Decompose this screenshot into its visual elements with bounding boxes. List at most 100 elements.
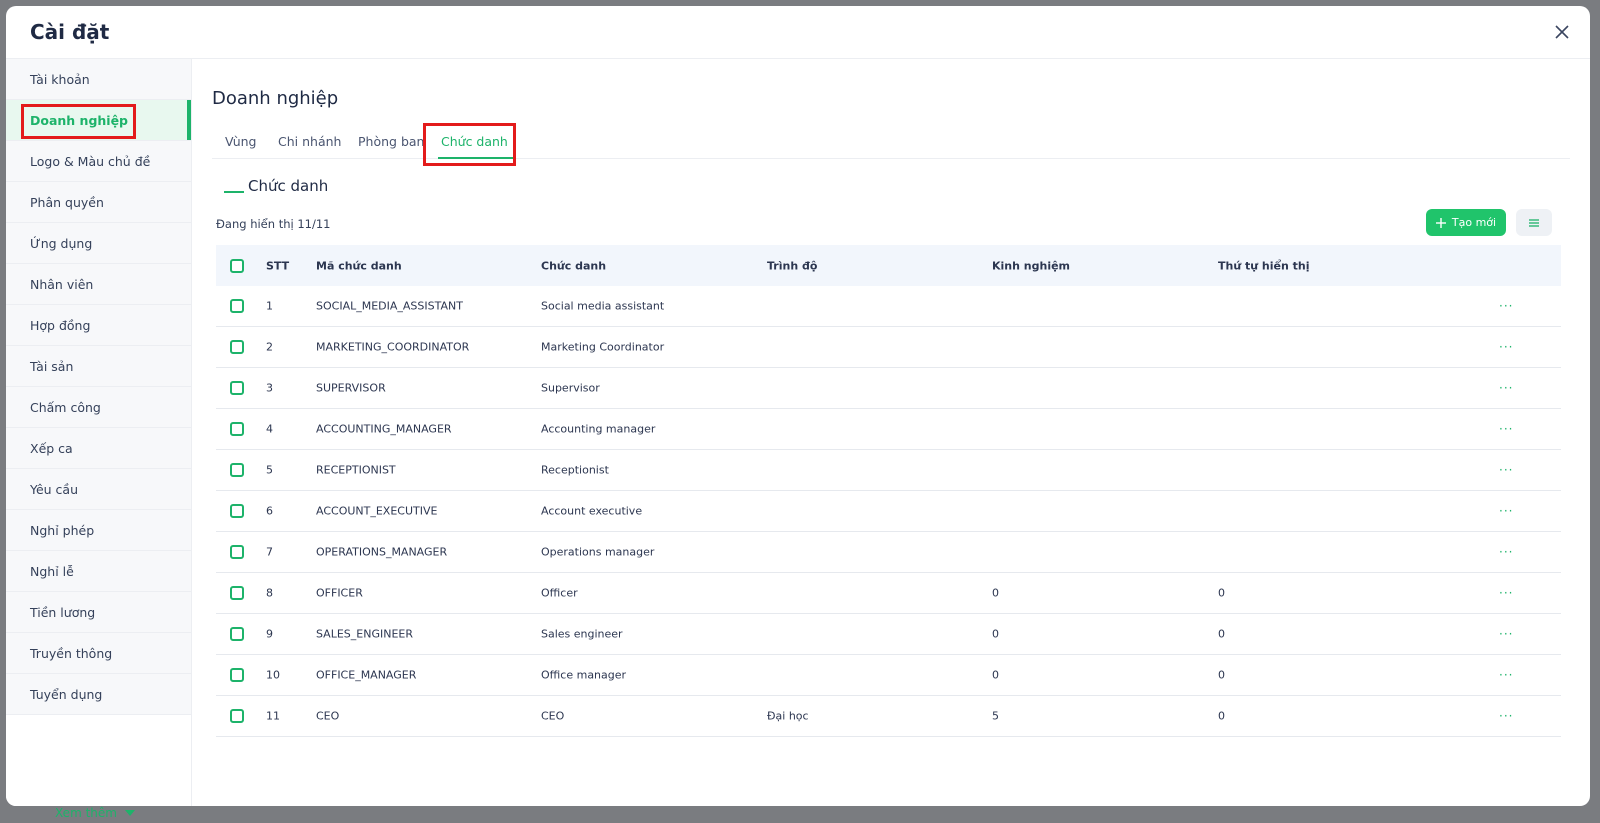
row-more-actions-icon[interactable]: ···: [1499, 627, 1513, 641]
row-checkbox[interactable]: [230, 627, 244, 641]
row-more-actions-icon[interactable]: ···: [1499, 668, 1513, 682]
sub-title: Chức danh: [224, 177, 328, 195]
row-checkbox[interactable]: [230, 381, 244, 395]
cell-stt: 11: [266, 709, 280, 723]
row-more-actions-icon[interactable]: ···: [1499, 422, 1513, 436]
cell-stt: 6: [266, 504, 273, 518]
count-text: Đang hiển thị 11/11: [216, 217, 331, 231]
sidebar-item-label: Nghỉ phép: [30, 522, 95, 538]
sidebar-item[interactable]: Tài khoản: [6, 59, 191, 100]
cell-stt: 7: [266, 545, 273, 559]
cell-experience: 5: [992, 709, 999, 723]
sidebar-item-label: Tài sản: [30, 358, 74, 374]
sidebar-item-label: Truyền thông: [30, 645, 113, 661]
row-more-actions-icon[interactable]: ···: [1499, 709, 1513, 723]
settings-sidebar: Tài khoản Doanh nghiệp Logo & Màu chủ đề Ph…: [6, 59, 192, 806]
cell-code: CEO: [316, 709, 340, 723]
titles-table: STT Mã chức danh Chức danh Trình độ Kinh…: [216, 245, 1561, 737]
select-all-checkbox[interactable]: [230, 258, 244, 273]
sidebar-item[interactable]: Tài sản: [6, 346, 191, 387]
sidebar-item[interactable]: Truyền thông: [6, 633, 191, 674]
tabs-bar: Vùng Chi nhánh Phòng ban Chức danh: [212, 125, 1570, 159]
tab-vung[interactable]: Vùng: [225, 134, 256, 149]
sidebar-item[interactable]: Tuyển dụng: [6, 674, 191, 715]
sidebar-item-label: Nghỉ lễ: [30, 563, 74, 579]
row-checkbox[interactable]: [230, 586, 244, 600]
table-row: 1 SOCIAL_MEDIA_ASSISTANT Social media assi…: [216, 286, 1561, 327]
cell-code: OFFICER: [316, 586, 363, 600]
sidebar-item[interactable]: Ứng dụng: [6, 223, 191, 264]
sidebar-item[interactable]: Tiền lương: [6, 592, 191, 633]
cell-stt: 2: [266, 340, 273, 354]
cell-order: 0: [1218, 709, 1225, 723]
table-row: 4 ACCOUNTING_MANAGER Accounting manager ···: [216, 409, 1561, 450]
row-more-actions-icon[interactable]: ···: [1499, 340, 1513, 354]
cell-order: 0: [1218, 627, 1225, 641]
tab-phong-ban[interactable]: Phòng ban: [358, 134, 424, 149]
table-row: 8 OFFICER Officer 0 0 ···: [216, 573, 1561, 614]
cell-title: Operations manager: [541, 545, 655, 559]
row-more-actions-icon[interactable]: ···: [1499, 299, 1513, 313]
table-row: 9 SALES_ENGINEER Sales engineer 0 0 ···: [216, 614, 1561, 655]
header-stt: STT: [266, 259, 290, 272]
sidebar-item[interactable]: Nghỉ phép: [6, 510, 191, 551]
row-checkbox[interactable]: [230, 545, 244, 559]
row-checkbox[interactable]: [230, 340, 244, 354]
sidebar-item[interactable]: Hợp đồng: [6, 305, 191, 346]
section-title: Doanh nghiệp: [212, 88, 339, 109]
cell-title: Social media assistant: [541, 299, 665, 313]
sidebar-item[interactable]: Xếp ca: [6, 428, 191, 469]
row-checkbox[interactable]: [230, 709, 244, 723]
row-checkbox[interactable]: [230, 668, 244, 682]
row-more-actions-icon[interactable]: ···: [1499, 586, 1513, 600]
cell-title: Accounting manager: [541, 422, 656, 436]
header-title: Chức danh: [541, 259, 607, 272]
table-row: 2 MARKETING_COORDINATOR Marketing Coordina…: [216, 327, 1561, 368]
row-more-actions-icon[interactable]: ···: [1499, 381, 1513, 395]
cell-level: Đại học: [767, 709, 809, 723]
cell-title: Account executive: [541, 504, 643, 518]
cell-code: OFFICE_MANAGER: [316, 668, 417, 682]
sub-title-text: Chức danh: [248, 177, 329, 195]
row-checkbox[interactable]: [230, 504, 244, 518]
cell-title: Marketing Coordinator: [541, 340, 665, 354]
menu-button[interactable]: [1516, 209, 1552, 236]
cell-stt: 9: [266, 627, 273, 641]
table-row: 3 SUPERVISOR Supervisor ···: [216, 368, 1561, 409]
table-row: 10 OFFICE_MANAGER Office manager 0 0 ···: [216, 655, 1561, 696]
sidebar-item-label: Phân quyền: [30, 194, 104, 210]
sidebar-item-label: Tuyển dụng: [30, 686, 103, 702]
row-checkbox[interactable]: [230, 299, 244, 313]
sidebar-item-label: Xếp ca: [30, 440, 73, 456]
cell-stt: 1: [266, 299, 273, 313]
title-dash: [224, 191, 244, 193]
sidebar-item[interactable]: Nhân viên: [6, 264, 191, 305]
sidebar-highlight-box: [21, 104, 136, 139]
create-button[interactable]: Tạo mới: [1426, 209, 1506, 236]
cell-title: Supervisor: [541, 381, 600, 395]
row-more-actions-icon[interactable]: ···: [1499, 463, 1513, 477]
tab-highlight-box: [423, 123, 516, 166]
cell-stt: 10: [266, 668, 280, 682]
header-order: Thứ tự hiển thị: [1218, 259, 1310, 272]
modal-title: Cài đặt: [30, 20, 110, 44]
tab-chi-nhanh[interactable]: Chi nhánh: [278, 134, 341, 149]
cell-code: SALES_ENGINEER: [316, 627, 413, 641]
table-row: 7 OPERATIONS_MANAGER Operations manager ···: [216, 532, 1561, 573]
cell-experience: 0: [992, 668, 999, 682]
modal-header: Cài đặt: [6, 6, 1590, 59]
row-checkbox[interactable]: [230, 463, 244, 477]
row-checkbox[interactable]: [230, 422, 244, 436]
sidebar-item[interactable]: Nghỉ lễ: [6, 551, 191, 592]
sidebar-item[interactable]: Yêu cầu: [6, 469, 191, 510]
row-more-actions-icon[interactable]: ···: [1499, 504, 1513, 518]
cell-order: 0: [1218, 586, 1225, 600]
table-header-row: STT Mã chức danh Chức danh Trình độ Kinh…: [216, 245, 1561, 286]
close-icon[interactable]: [1552, 22, 1572, 42]
sidebar-item[interactable]: Logo & Màu chủ đề: [6, 141, 191, 182]
row-more-actions-icon[interactable]: ···: [1499, 545, 1513, 559]
sidebar-item-label: Logo & Màu chủ đề: [30, 153, 151, 169]
sidebar-item[interactable]: Chấm công: [6, 387, 191, 428]
table-row: 5 RECEPTIONIST Receptionist ···: [216, 450, 1561, 491]
sidebar-item[interactable]: Phân quyền: [6, 182, 191, 223]
